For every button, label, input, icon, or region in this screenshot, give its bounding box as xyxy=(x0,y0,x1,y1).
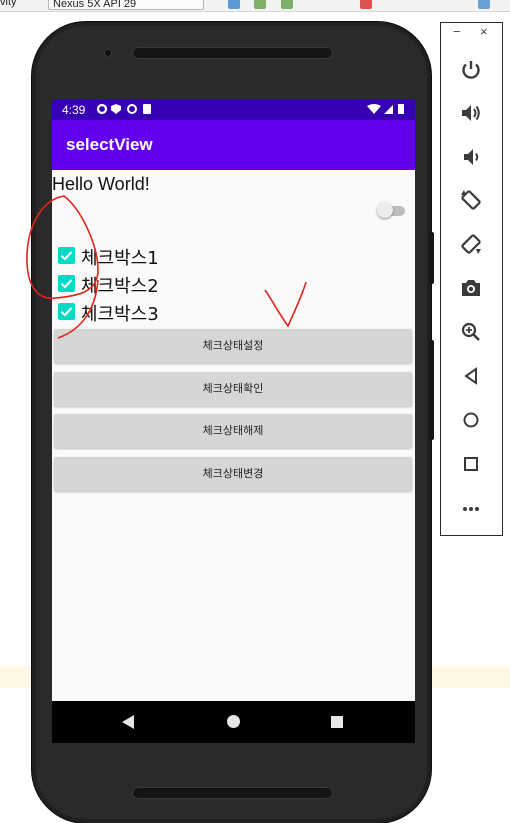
navigation-bar xyxy=(52,701,415,743)
sync-icon[interactable] xyxy=(478,0,490,9)
stop-icon[interactable] xyxy=(360,0,372,9)
status-time: 4:39 xyxy=(62,103,86,117)
wifi-signal-battery-icons xyxy=(367,104,404,114)
system-status-icons xyxy=(367,103,407,118)
rotate-right-icon[interactable] xyxy=(458,231,484,257)
front-camera xyxy=(104,49,112,57)
device-selector[interactable]: Nexus 5X API 29 xyxy=(48,0,204,10)
checkbox-3[interactable]: 체크박스3 xyxy=(58,299,258,325)
volume-down-icon[interactable] xyxy=(458,144,484,170)
panel-header: − × xyxy=(441,23,502,45)
debug-icon[interactable] xyxy=(281,0,293,9)
check-state-clear-button[interactable]: 체크상태해제 xyxy=(54,414,412,448)
checkbox-label: 체크박스1 xyxy=(81,248,159,269)
app-title: selectView xyxy=(66,135,153,154)
minimize-button[interactable]: − xyxy=(453,24,461,39)
phone-screen: 4:39 selectView Hello World! 체크박스1 체크박스2… xyxy=(52,100,415,743)
toggle-switch[interactable] xyxy=(377,202,405,218)
more-options-icon[interactable] xyxy=(458,495,484,521)
run-config-icon[interactable] xyxy=(228,0,240,9)
check-state-confirm-button[interactable]: 체크상태확인 xyxy=(54,372,412,406)
recents-icon[interactable] xyxy=(331,716,343,728)
ide-toolbar: vity Nexus 5X API 29 xyxy=(0,0,510,12)
home-icon[interactable] xyxy=(227,715,240,728)
top-speaker-grille xyxy=(132,47,333,59)
checkbox-label: 체크박스2 xyxy=(81,276,159,297)
power-icon[interactable] xyxy=(458,57,484,83)
status-notification-icons xyxy=(96,103,151,115)
rotate-left-icon[interactable] xyxy=(458,187,484,213)
volume-side-button xyxy=(429,340,434,440)
app-bar: selectView xyxy=(52,120,415,170)
device-label: Nexus 5X API 29 xyxy=(53,0,137,10)
overview-square-icon[interactable] xyxy=(458,451,484,477)
volume-up-icon[interactable] xyxy=(458,100,484,126)
checkbox-checked-icon xyxy=(58,247,75,264)
notification-icons xyxy=(96,103,156,118)
close-button[interactable]: × xyxy=(480,24,488,39)
checkbox-label: 체크박스3 xyxy=(81,304,159,325)
zoom-icon[interactable] xyxy=(458,319,484,345)
check-state-change-button[interactable]: 체크상태변경 xyxy=(54,457,412,491)
checkbox-1[interactable]: 체크박스1 xyxy=(58,243,258,269)
status-bar: 4:39 xyxy=(52,100,415,120)
checkbox-checked-icon xyxy=(58,275,75,292)
phone-frame: 4:39 selectView Hello World! 체크박스1 체크박스2… xyxy=(32,22,434,823)
ide-config-label[interactable]: vity xyxy=(0,0,17,8)
checkbox-checked-icon xyxy=(58,303,75,320)
camera-icon[interactable] xyxy=(458,275,484,301)
back-icon[interactable] xyxy=(122,715,134,729)
hello-text: Hello World! xyxy=(52,174,150,194)
apply-changes-icon[interactable] xyxy=(254,0,266,9)
checkbox-2[interactable]: 체크박스2 xyxy=(58,271,258,297)
emulator-control-panel: − × xyxy=(440,22,503,536)
power-side-button xyxy=(429,232,434,284)
home-circle-icon[interactable] xyxy=(458,407,484,433)
check-state-set-button[interactable]: 체크상태설정 xyxy=(54,329,412,363)
screenshot-root: vity Nexus 5X API 29 4:39 selectView Hel… xyxy=(0,0,510,823)
back-triangle-icon[interactable] xyxy=(458,363,484,389)
switch-thumb xyxy=(377,202,393,218)
bottom-speaker-grille xyxy=(132,787,333,799)
